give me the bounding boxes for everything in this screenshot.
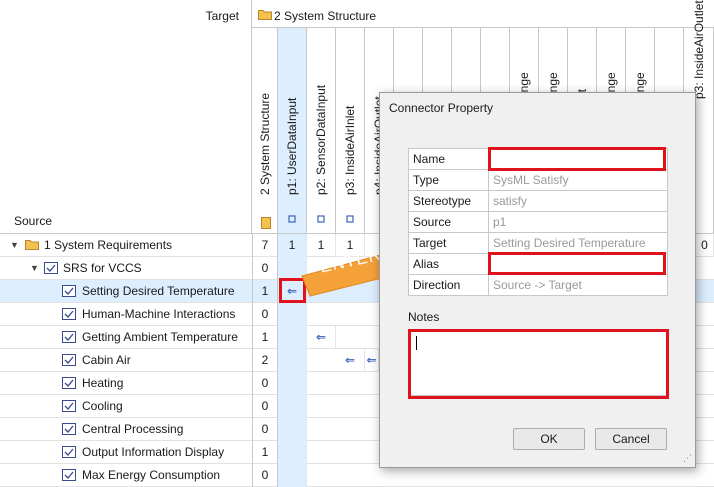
notes-label: Notes bbox=[408, 310, 440, 324]
collapse-chevron-icon[interactable]: ▼ bbox=[30, 263, 40, 273]
column-header-label: p3: InsideAirOutlet bbox=[691, 0, 706, 99]
row-label: Heating bbox=[82, 376, 124, 390]
requirement-icon bbox=[44, 262, 58, 274]
row-label: Cooling bbox=[82, 399, 123, 413]
property-key: Source bbox=[408, 211, 489, 233]
source-axis-label: Source bbox=[14, 214, 53, 228]
collapse-chevron-icon[interactable]: ▼ bbox=[10, 240, 20, 250]
row-count: 1 bbox=[252, 280, 278, 303]
matrix-cell[interactable] bbox=[278, 418, 307, 441]
matrix-cell-relationship[interactable]: ⇐ bbox=[336, 349, 365, 372]
target-axis-label: Target bbox=[205, 9, 239, 23]
alias-field-highlight-box bbox=[488, 252, 666, 275]
matrix-cell-relationship[interactable]: ⇐ bbox=[307, 326, 336, 349]
matrix-cell[interactable] bbox=[278, 395, 307, 418]
requirement-icon bbox=[62, 308, 76, 320]
property-key: Alias bbox=[408, 253, 489, 275]
property-value: SysML Satisfy bbox=[488, 169, 668, 191]
requirement-icon bbox=[62, 469, 76, 481]
row-count: 0 bbox=[252, 303, 278, 326]
folder-icon bbox=[25, 239, 39, 251]
row-count: 1 bbox=[252, 441, 278, 464]
port-icon bbox=[317, 215, 325, 223]
column-header-p1[interactable]: p1: UserDataInput bbox=[278, 28, 307, 234]
target-package-title: 2 System Structure bbox=[274, 9, 377, 23]
column-header-label: p3: InsideAirInlet bbox=[343, 105, 357, 195]
property-row-stereotype: Stereotype satisfy bbox=[408, 190, 668, 212]
requirement-icon bbox=[62, 446, 76, 458]
folder-icon bbox=[258, 9, 272, 23]
target-package-header[interactable]: 2 System Structure bbox=[252, 0, 714, 28]
property-value: p1 bbox=[488, 211, 668, 233]
row-label: Central Processing bbox=[82, 422, 184, 436]
row-count: 0 bbox=[252, 418, 278, 441]
satisfy-arrow-icon: ⇐ bbox=[344, 353, 356, 367]
column-header-label: p1: UserDataInput bbox=[285, 97, 299, 195]
requirement-icon bbox=[62, 400, 76, 412]
matrix-cell[interactable] bbox=[278, 349, 307, 372]
matrix-cell-relationship[interactable]: ⇐ bbox=[365, 349, 379, 372]
row-label: Human-Machine Interactions bbox=[82, 307, 236, 321]
port-icon bbox=[346, 215, 354, 223]
property-key: Direction bbox=[408, 274, 489, 296]
cancel-button[interactable]: Cancel bbox=[595, 428, 667, 450]
requirement-icon bbox=[62, 354, 76, 366]
port-icon bbox=[288, 215, 296, 223]
satisfy-arrow-icon: ⇐ bbox=[315, 330, 327, 344]
requirement-icon bbox=[62, 331, 76, 343]
matrix-cell[interactable] bbox=[278, 372, 307, 395]
property-value: satisfy bbox=[488, 190, 668, 212]
row-label: Output Information Display bbox=[82, 445, 225, 459]
row-count: 0 bbox=[252, 395, 278, 418]
column-header-p3[interactable]: p3: InsideAirInlet bbox=[336, 28, 365, 234]
column-header-system-structure[interactable]: 2 System Structure bbox=[252, 28, 278, 234]
ok-button[interactable]: OK bbox=[513, 428, 585, 450]
matrix-cell[interactable] bbox=[278, 464, 307, 487]
property-row-type: Type SysML Satisfy bbox=[408, 169, 668, 191]
matrix-cell[interactable] bbox=[278, 303, 307, 326]
column-header-label: p2: SensorDataInput bbox=[314, 84, 328, 195]
matrix-cell[interactable] bbox=[278, 326, 307, 349]
requirement-icon bbox=[62, 285, 76, 297]
name-field-highlight-box bbox=[488, 147, 666, 171]
property-key: Type bbox=[408, 169, 489, 191]
property-key: Name bbox=[408, 148, 489, 170]
property-row-source: Source p1 bbox=[408, 211, 668, 233]
row-count: 0 bbox=[252, 372, 278, 395]
dialog-title: Connector Property bbox=[389, 101, 494, 115]
row-label: Max Energy Consumption bbox=[82, 468, 221, 482]
row-label: 1 System Requirements bbox=[44, 238, 173, 252]
requirement-icon bbox=[62, 377, 76, 389]
column-header-p2[interactable]: p2: SensorDataInput bbox=[307, 28, 336, 234]
row-count: 1 bbox=[252, 326, 278, 349]
row-count: 0 bbox=[252, 257, 278, 280]
notes-highlight-box bbox=[408, 329, 669, 399]
row-label: Cabin Air bbox=[82, 353, 131, 367]
row-count: 7 bbox=[252, 234, 278, 257]
row-label: Getting Ambient Temperature bbox=[82, 330, 238, 344]
connector-property-dialog: Connector Property Name Type SysML Satis… bbox=[379, 92, 696, 468]
row-count: 2 bbox=[252, 349, 278, 372]
property-value: Setting Desired Temperature bbox=[488, 232, 668, 254]
satisfy-arrow-icon: ⇐ bbox=[366, 353, 377, 367]
row-label: Setting Desired Temperature bbox=[82, 284, 235, 298]
row-label: SRS for VCCS bbox=[63, 261, 142, 275]
package-icon bbox=[260, 217, 271, 229]
property-value: Source -> Target bbox=[488, 274, 668, 296]
requirement-icon bbox=[62, 423, 76, 435]
column-header-label: 2 System Structure bbox=[257, 92, 272, 195]
property-key: Stereotype bbox=[408, 190, 489, 212]
row-count: 0 bbox=[252, 464, 278, 487]
property-row-direction: Direction Source -> Target bbox=[408, 274, 668, 296]
property-row-target: Target Setting Desired Temperature bbox=[408, 232, 668, 254]
matrix-cell[interactable]: 0 bbox=[696, 234, 714, 257]
matrix-cell[interactable] bbox=[278, 441, 307, 464]
matrix-corner: Target Source bbox=[0, 0, 252, 234]
property-key: Target bbox=[408, 232, 489, 254]
resize-grip-icon[interactable]: ⋰ bbox=[683, 453, 692, 464]
